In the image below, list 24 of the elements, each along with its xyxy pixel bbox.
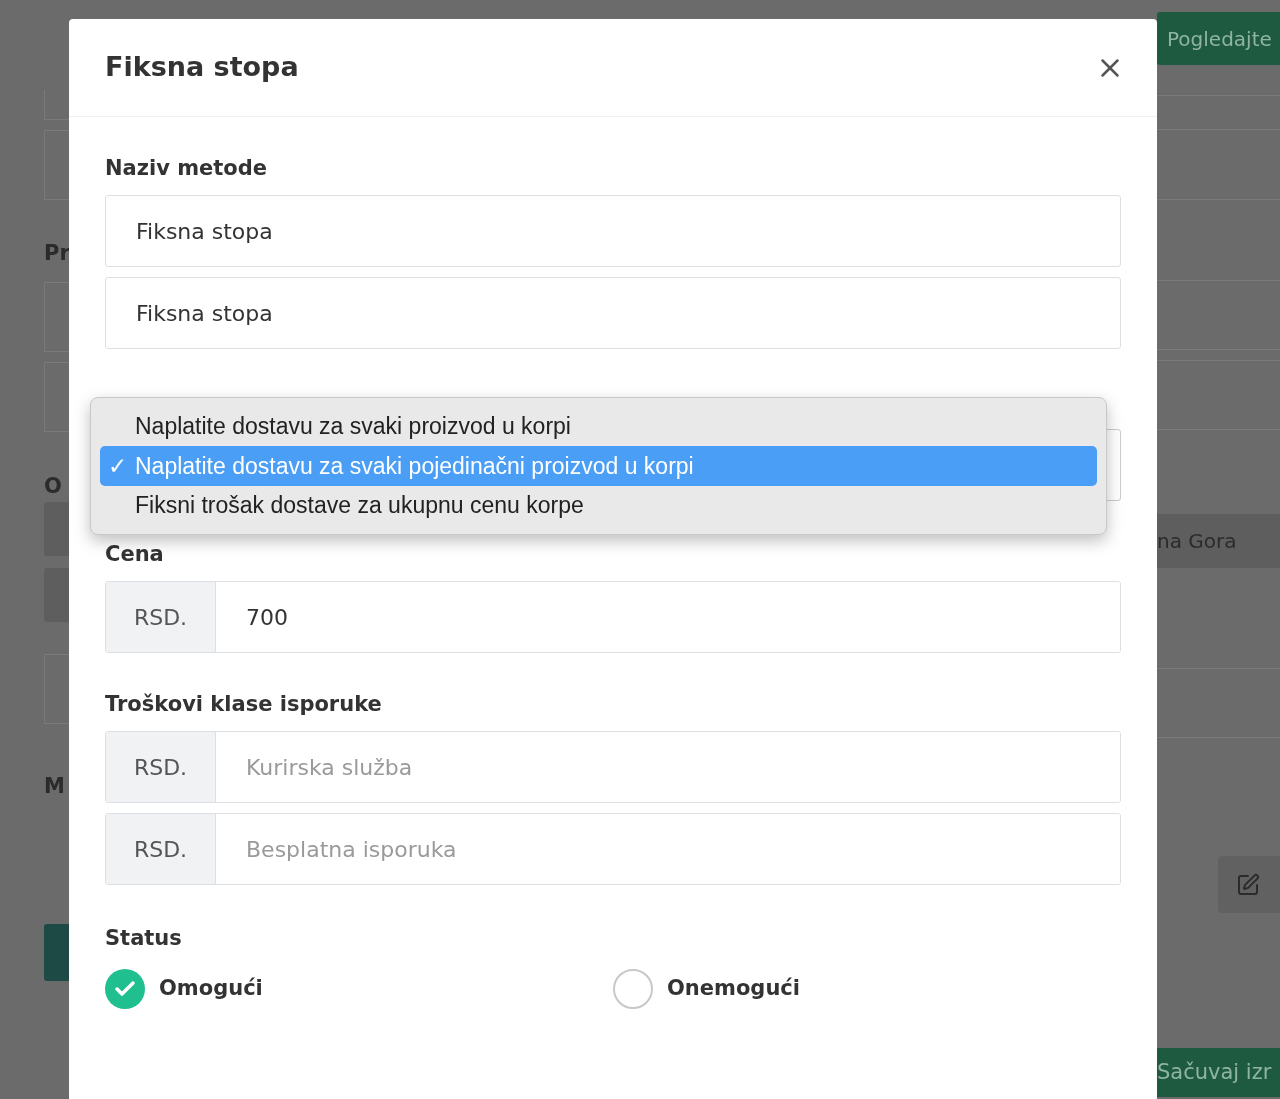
currency-prefix: RSD. [106,582,216,652]
input-field[interactable]: RSD. 700 [105,581,1121,653]
field-label: Troškovi klase isporuke [105,691,383,718]
dropdown-option[interactable]: Naplatite dostavu za svaki proizvod u korpi [100,407,1097,447]
section-heading: M [44,773,66,800]
dropdown-option[interactable]: Fiksni trošak dostave za ukupnu cenu korpe [100,485,1097,525]
currency-prefix: RSD. [106,732,216,802]
status-radio[interactable]: Omogući [105,969,613,1009]
section-heading: O [44,473,63,500]
field-label: Cena [105,541,165,568]
field-label: Naziv metode [105,155,269,182]
input-field[interactable]: RSD. Kurirska služba [105,731,1121,803]
input-field[interactable]: Fiksna stopa [105,277,1121,349]
field-label: Status [105,925,183,952]
section-heading: Pr [44,240,69,267]
edit-icon [1236,872,1260,897]
status-radio[interactable]: Onemogući [613,969,1121,1009]
edit-button[interactable] [1218,856,1280,913]
modal-title: Fiksna stopa [105,50,299,85]
input-field[interactable]: RSD. Besplatna isporuka [105,813,1121,885]
input-field[interactable]: Fiksna stopa [105,195,1121,267]
save-button[interactable]: Sačuvaj izr [1157,1048,1280,1097]
currency-prefix: RSD. [106,814,216,884]
view-button[interactable]: Pogledajte [1157,12,1280,65]
